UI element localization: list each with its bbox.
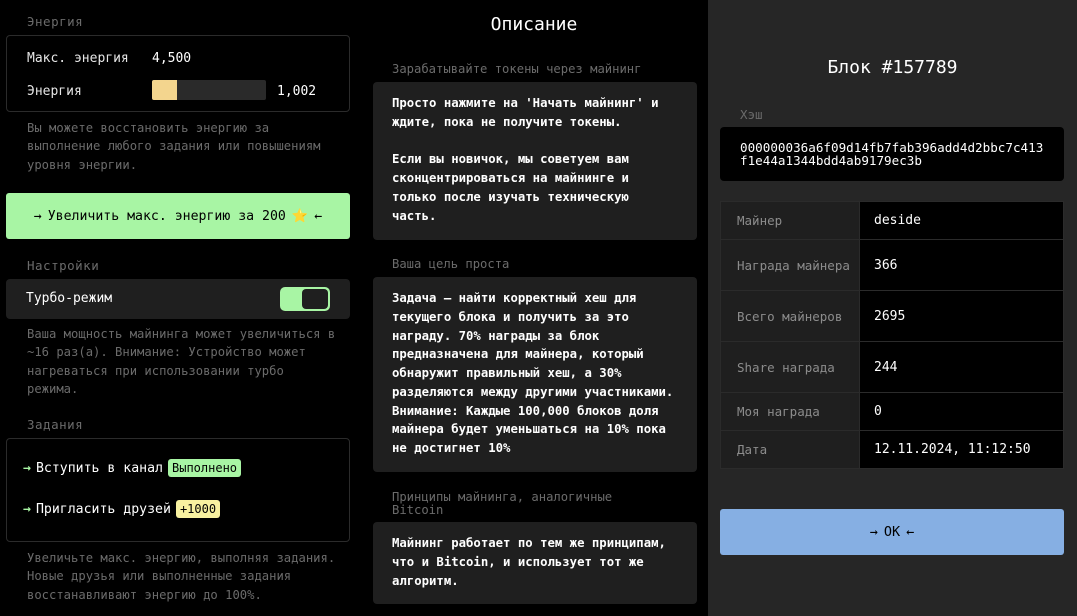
task-reward-badge: +1000 [175, 500, 221, 518]
row-value-miner: deside [860, 202, 1063, 239]
arrow-right-icon: → [869, 524, 878, 540]
row-label-my-reward: Моя награда [721, 393, 860, 430]
section-text-goal: Задача — найти корректный хеш для текуще… [373, 277, 697, 472]
task-label: Вступить в канал [35, 460, 163, 476]
tasks-section-label: Задания [27, 417, 84, 432]
star-icon: ⭐ [291, 208, 309, 224]
hash-label: Хэш [740, 107, 763, 122]
arrow-right-icon: → [23, 460, 31, 476]
turbo-mode-toggle[interactable] [280, 287, 330, 311]
energy-progress-bar [152, 80, 266, 100]
tasks-help-text: Увеличьте макс. энергию, выполняя задани… [27, 551, 336, 602]
block-details-panel: Блок #157789 Хэш 000000036a6f09d14fb7fab… [708, 0, 1077, 616]
task-invite-friends[interactable]: → Пригласить друзей +1000 [23, 500, 221, 518]
table-row: Share награда 244 [721, 342, 1063, 393]
section-text-principles: Майнинг работает по тем же принципам, чт… [373, 522, 697, 604]
max-energy-value: 4,500 [152, 51, 192, 66]
section-text-earn: Просто нажмите на 'Начать майнинг' и жди… [373, 82, 697, 240]
boost-button-label: Увеличить макс. энергию за 200 [47, 208, 286, 224]
turbo-mode-row: Турбо-режим [6, 279, 350, 319]
settings-section-label: Настройки [27, 258, 100, 273]
arrow-right-icon: → [33, 208, 42, 224]
max-energy-label: Макс. энергия [27, 51, 129, 66]
row-value-share-reward: 244 [860, 342, 1063, 392]
table-row: Дата 12.11.2024, 11:12:50 [721, 431, 1063, 468]
task-status-badge: Выполнено [168, 459, 242, 477]
energy-section-label: Энергия [27, 14, 84, 29]
arrow-right-icon: → [23, 501, 31, 517]
block-info-table: Майнер deside Награда майнера 366 Всего … [720, 201, 1064, 469]
task-label: Пригласить друзей [35, 501, 171, 517]
energy-help-text: Вы можете восстановить энергию за выполн… [27, 121, 321, 172]
section-label-goal: Ваша цель проста [392, 257, 510, 271]
table-row: Моя награда 0 [721, 393, 1063, 431]
description-panel: Описание Зарабатывайте токены через майн… [361, 0, 707, 616]
block-title: Блок #157789 [827, 57, 958, 78]
left-panel: Энергия Макс. энергия 4,500 Энергия 1,00… [0, 0, 356, 616]
hash-value: 000000036a6f09d14fb7fab396add4d2bbc7c413… [720, 127, 1064, 181]
row-value-date: 12.11.2024, 11:12:50 [860, 431, 1063, 468]
row-label-date: Дата [721, 431, 860, 468]
table-row: Награда майнера 366 [721, 240, 1063, 291]
turbo-mode-label: Турбо-режим [26, 291, 113, 306]
arrow-left-icon: ← [906, 524, 915, 540]
task-join-channel[interactable]: → Вступить в канал Выполнено [23, 459, 242, 477]
row-label-miner: Майнер [721, 202, 860, 239]
energy-card: Макс. энергия 4,500 Энергия 1,002 [6, 35, 350, 112]
energy-label: Энергия [27, 84, 82, 99]
row-value-miner-reward: 366 [860, 240, 1063, 290]
row-label-share-reward: Share награда [721, 342, 860, 392]
row-value-total-miners: 2695 [860, 291, 1063, 341]
table-row: Всего майнеров 2695 [721, 291, 1063, 342]
row-label-total-miners: Всего майнеров [721, 291, 860, 341]
toggle-knob [302, 289, 328, 309]
boost-max-energy-button[interactable]: → Увеличить макс. энергию за 200 ⭐ ← [6, 193, 350, 239]
row-value-my-reward: 0 [860, 393, 1063, 430]
ok-button[interactable]: → OK ← [720, 509, 1064, 555]
tasks-card: → Вступить в канал Выполнено → Пригласит… [6, 438, 350, 542]
row-label-miner-reward: Награда майнера [721, 240, 860, 290]
section-label-principles: Принципы майнинга, аналогичные Bitcoin [392, 490, 613, 517]
ok-button-label: OK [883, 524, 901, 540]
turbo-help-text: Ваша мощность майнинга может увеличиться… [27, 327, 336, 396]
arrow-left-icon: ← [314, 208, 323, 224]
energy-progress-fill [152, 80, 178, 100]
section-label-earn: Зарабатывайте токены через майнинг [392, 62, 642, 76]
energy-value: 1,002 [277, 84, 317, 99]
description-title: Описание [490, 14, 578, 35]
table-row: Майнер deside [721, 202, 1063, 240]
